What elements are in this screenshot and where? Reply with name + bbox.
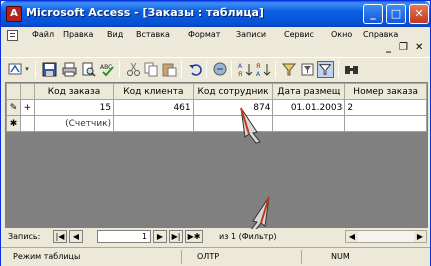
- mdi-close-button[interactable]: ✕: [415, 42, 423, 53]
- previous-record-button[interactable]: ◀: [69, 230, 83, 243]
- toolbar-separator: [181, 61, 182, 78]
- undo-icon[interactable]: [187, 61, 204, 78]
- status-num: NUM: [331, 252, 350, 261]
- pointer-cursor-icon: [249, 196, 270, 233]
- cell-order-date[interactable]: 01.01.2003: [272, 99, 346, 116]
- document-menu-icon[interactable]: [7, 30, 18, 41]
- toolbar-separator: [206, 61, 207, 78]
- horizontal-scrollbar[interactable]: ◀ ▶: [345, 230, 427, 243]
- filter-by-form-icon[interactable]: [299, 61, 316, 78]
- menu-file[interactable]: Файл: [32, 30, 54, 39]
- column-header[interactable]: Номер заказа: [344, 83, 427, 100]
- new-record-icon[interactable]: ✱: [6, 115, 21, 132]
- expand-header: [19, 83, 35, 100]
- mdi-restore-button[interactable]: ❐: [399, 42, 408, 53]
- status-divider: [301, 250, 302, 264]
- find-icon[interactable]: [343, 61, 360, 78]
- menu-help[interactable]: Справка: [363, 30, 398, 39]
- new-record-row[interactable]: ✱ (Счетчик): [6, 115, 427, 132]
- maximize-button[interactable]: □: [386, 4, 406, 24]
- status-bar: Режим таблицы ОЛТР NUM: [1, 247, 430, 266]
- paste-icon[interactable]: [161, 61, 178, 78]
- corner-cell[interactable]: [6, 83, 21, 100]
- status-mode: Режим таблицы: [13, 252, 81, 261]
- svg-text:A: A: [238, 63, 243, 70]
- menu-tools[interactable]: Сервис: [284, 30, 314, 39]
- apply-filter-icon[interactable]: [317, 61, 334, 78]
- svg-text:Я: Я: [256, 63, 260, 70]
- window-title: Microsoft Access - [Заказы : таблица]: [26, 6, 264, 19]
- menu-window[interactable]: Окно: [331, 30, 352, 39]
- hyperlink-icon[interactable]: [212, 61, 229, 78]
- cut-icon[interactable]: [125, 61, 142, 78]
- cell-customer-id[interactable]: 461: [113, 99, 194, 116]
- column-header[interactable]: Код клиента: [113, 83, 194, 100]
- table-row[interactable]: ✎ + 15 461 874 01.01.2003 2: [6, 99, 427, 116]
- menu-format[interactable]: Формат: [188, 30, 220, 39]
- print-icon[interactable]: [61, 61, 78, 78]
- svg-text:Я: Я: [238, 71, 242, 78]
- cell-order-date[interactable]: [272, 115, 346, 132]
- record-selector-edit-icon[interactable]: ✎: [6, 99, 21, 116]
- title-bar[interactable]: A Microsoft Access - [Заказы : таблица] …: [1, 1, 430, 27]
- column-header[interactable]: Код сотрудник: [192, 83, 274, 100]
- scroll-left-icon[interactable]: ◀: [346, 231, 358, 242]
- view-dropdown-icon[interactable]: ▾: [23, 61, 31, 78]
- header-row: Код заказа Код клиента Код сотрудник Дат…: [6, 83, 427, 100]
- column-header[interactable]: Дата размещ: [272, 83, 346, 100]
- datasheet-grid: Код заказа Код клиента Код сотрудник Дат…: [6, 83, 427, 132]
- svg-text:A: A: [256, 71, 261, 78]
- menu-insert[interactable]: Вставка: [136, 30, 170, 39]
- sort-descending-icon[interactable]: ЯA: [255, 61, 272, 78]
- toolbar-separator: [35, 61, 36, 78]
- print-preview-icon[interactable]: [80, 61, 97, 78]
- first-record-button[interactable]: |◀: [53, 230, 67, 243]
- record-count: из 1 (Фильтр): [219, 232, 277, 241]
- status-divider: [181, 250, 182, 264]
- expand-subdatasheet-icon[interactable]: +: [19, 99, 35, 116]
- close-button[interactable]: ✕: [409, 4, 429, 24]
- save-icon[interactable]: [41, 61, 58, 78]
- scroll-right-icon[interactable]: ▶: [414, 231, 426, 242]
- toolbar-separator: [231, 61, 232, 78]
- menu-view[interactable]: Вид: [107, 30, 123, 39]
- toolbar: ▾ ABC AЯ Я A: [1, 57, 430, 81]
- access-window: A Microsoft Access - [Заказы : таблица] …: [0, 0, 431, 266]
- sort-ascending-icon[interactable]: AЯ: [237, 61, 254, 78]
- cell-order-id[interactable]: (Счетчик): [33, 115, 115, 132]
- cell-order-id[interactable]: 15: [33, 99, 115, 116]
- copy-icon[interactable]: [143, 61, 160, 78]
- spelling-icon[interactable]: ABC: [99, 61, 116, 78]
- toolbar-separator: [275, 61, 276, 78]
- status-ovr: ОЛТР: [197, 252, 220, 261]
- cell-customer-id[interactable]: [113, 115, 194, 132]
- toolbar-separator: [119, 61, 120, 78]
- menu-records[interactable]: Записи: [236, 30, 266, 39]
- view-icon[interactable]: [7, 61, 24, 78]
- cell-order-number[interactable]: 2: [344, 99, 427, 116]
- record-label: Запись:: [8, 232, 41, 241]
- mdi-controls-bar: _ ❐ ✕: [1, 42, 430, 57]
- menu-edit[interactable]: Правка: [63, 30, 93, 39]
- last-record-button[interactable]: ▶|: [169, 230, 183, 243]
- toolbar-separator: [338, 61, 339, 78]
- current-record-input[interactable]: 1: [97, 230, 151, 243]
- access-key-icon: A: [6, 6, 22, 22]
- column-header[interactable]: Код заказа: [33, 83, 115, 100]
- record-navigation-bar: Запись: |◀ ◀ 1 ▶ ▶| ▶✱ из 1 (Фильтр) ◀ ▶: [5, 229, 428, 245]
- new-record-button[interactable]: ▶✱: [185, 230, 203, 243]
- filter-by-selection-icon[interactable]: [281, 61, 298, 78]
- expand-cell: [19, 115, 35, 132]
- mdi-minimize-button[interactable]: _: [386, 42, 391, 53]
- cell-order-number[interactable]: [344, 115, 427, 132]
- minimize-button[interactable]: _: [363, 4, 383, 24]
- pointer-cursor-icon: [240, 107, 261, 144]
- next-record-button[interactable]: ▶: [153, 230, 167, 243]
- datasheet: Код заказа Код клиента Код сотрудник Дат…: [5, 82, 428, 228]
